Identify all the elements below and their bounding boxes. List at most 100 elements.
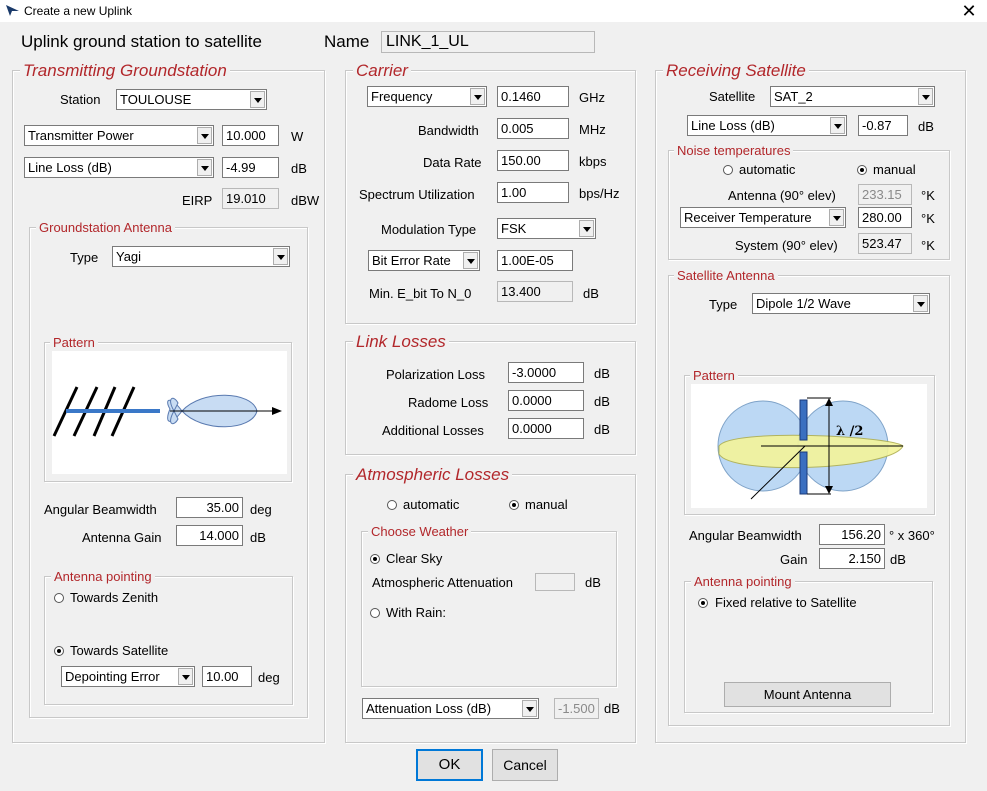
tx-line-loss-input[interactable]: -4.99 bbox=[222, 157, 279, 178]
data-rate-label: Data Rate bbox=[423, 155, 482, 170]
towards-zenith-radio[interactable] bbox=[54, 593, 64, 603]
atmos-automatic-label: automatic bbox=[403, 497, 460, 512]
sat-gain-label: Gain bbox=[780, 552, 808, 567]
atmospheric-losses-legend: Atmospheric Losses bbox=[353, 465, 513, 485]
additional-losses-unit: dB bbox=[594, 422, 610, 437]
chevron-down-icon[interactable] bbox=[470, 88, 485, 105]
noise-manual-radio[interactable] bbox=[857, 165, 867, 175]
frequency-input[interactable]: 0.1460 bbox=[497, 86, 569, 107]
modulation-type-select[interactable]: FSK bbox=[497, 218, 596, 239]
noise-automatic-label: automatic bbox=[739, 162, 796, 177]
antenna-temp-label: Antenna (90° elev) bbox=[728, 188, 836, 203]
antenna-temp-unit: °K bbox=[921, 188, 935, 203]
polarization-loss-input[interactable]: -3.0000 bbox=[508, 362, 584, 383]
close-icon[interactable]: ✕ bbox=[956, 0, 982, 22]
gs-beamwidth-input[interactable]: 35.00 bbox=[176, 497, 243, 518]
chevron-down-icon[interactable] bbox=[273, 248, 288, 265]
towards-zenith-label: Towards Zenith bbox=[70, 590, 159, 605]
tx-line-loss-unit: dB bbox=[291, 161, 307, 176]
noise-temperatures-legend: Noise temperatures bbox=[674, 143, 794, 158]
chevron-down-icon[interactable] bbox=[197, 159, 212, 176]
frequency-unit: GHz bbox=[579, 90, 605, 105]
rx-line-loss-input[interactable]: -0.87 bbox=[858, 115, 908, 136]
choose-weather-legend: Choose Weather bbox=[368, 524, 472, 539]
groundstation-antenna-legend: Groundstation Antenna bbox=[36, 220, 175, 235]
sat-antenna-type-label: Type bbox=[709, 297, 738, 312]
chevron-down-icon[interactable] bbox=[522, 700, 537, 717]
chevron-down-icon[interactable] bbox=[197, 127, 212, 144]
station-select[interactable]: TOULOUSE bbox=[116, 89, 267, 110]
chevron-down-icon[interactable] bbox=[579, 220, 594, 237]
atmospheric-attenuation-label: Atmospheric Attenuation bbox=[372, 575, 513, 590]
atmos-manual-radio[interactable] bbox=[509, 500, 519, 510]
name-field[interactable]: LINK_1_UL bbox=[381, 31, 595, 53]
attenuation-loss-unit: dB bbox=[604, 701, 620, 716]
sat-beamwidth-input[interactable]: 156.20 bbox=[819, 524, 885, 545]
tx-line-loss-select[interactable]: Line Loss (dB) bbox=[24, 157, 214, 178]
polarization-loss-unit: dB bbox=[594, 366, 610, 381]
transmitter-power-input[interactable]: 10.000 bbox=[222, 125, 279, 146]
chevron-down-icon[interactable] bbox=[829, 209, 844, 226]
gs-antenna-pointing-legend: Antenna pointing bbox=[51, 569, 155, 584]
depointing-error-select[interactable]: Depointing Error bbox=[61, 666, 195, 687]
gs-antenna-type-select[interactable]: Yagi bbox=[112, 246, 290, 267]
min-ebit-n0-unit: dB bbox=[583, 286, 599, 301]
clear-sky-label: Clear Sky bbox=[386, 551, 443, 566]
sat-antenna-type-select[interactable]: Dipole 1/2 Wave bbox=[752, 293, 930, 314]
with-rain-radio[interactable] bbox=[370, 608, 380, 618]
atmospheric-attenuation-unit: dB bbox=[585, 575, 601, 590]
system-temp-value: 523.47 bbox=[858, 233, 912, 254]
radome-loss-input[interactable]: 0.0000 bbox=[508, 390, 584, 411]
depointing-error-input[interactable]: 10.00 bbox=[202, 666, 252, 687]
rx-line-loss-select[interactable]: Line Loss (dB) bbox=[687, 115, 847, 136]
chevron-down-icon[interactable] bbox=[250, 91, 265, 108]
radome-loss-unit: dB bbox=[594, 394, 610, 409]
ok-button[interactable]: OK bbox=[416, 749, 483, 781]
eirp-label: EIRP bbox=[182, 193, 213, 208]
chevron-down-icon[interactable] bbox=[463, 252, 478, 269]
fixed-relative-label: Fixed relative to Satellite bbox=[715, 595, 857, 610]
atmospheric-attenuation-input[interactable] bbox=[535, 573, 575, 591]
sat-beamwidth-label: Angular Beamwidth bbox=[689, 528, 802, 543]
sat-beamwidth-unit: ° x 360° bbox=[889, 528, 935, 543]
atmos-automatic-radio[interactable] bbox=[387, 500, 397, 510]
radome-loss-label: Radome Loss bbox=[408, 395, 489, 410]
fixed-relative-radio[interactable] bbox=[698, 598, 708, 608]
lambda-half-annotation: λ /2 bbox=[836, 424, 863, 439]
attenuation-loss-select[interactable]: Attenuation Loss (dB) bbox=[362, 698, 539, 719]
sat-gain-input[interactable]: 2.150 bbox=[819, 548, 885, 569]
receiver-temperature-select[interactable]: Receiver Temperature bbox=[680, 207, 846, 228]
chevron-down-icon[interactable] bbox=[178, 668, 193, 685]
dipole-pattern-image: λ /2 bbox=[691, 384, 927, 508]
satellite-select[interactable]: SAT_2 bbox=[770, 86, 935, 107]
gs-pattern-legend: Pattern bbox=[50, 335, 98, 350]
bandwidth-input[interactable]: 0.005 bbox=[497, 118, 569, 139]
frequency-select[interactable]: Frequency bbox=[367, 86, 487, 107]
data-rate-input[interactable]: 150.00 bbox=[497, 150, 569, 171]
eirp-value: 19.010 bbox=[222, 188, 279, 209]
mount-antenna-button[interactable]: Mount Antenna bbox=[724, 682, 891, 707]
antenna-temp-value: 233.15 bbox=[858, 184, 912, 205]
cancel-button[interactable]: Cancel bbox=[492, 749, 558, 781]
system-temp-unit: °K bbox=[921, 238, 935, 253]
spectrum-utilization-unit: bps/Hz bbox=[579, 186, 620, 201]
chevron-down-icon[interactable] bbox=[913, 295, 928, 312]
spectrum-utilization-input[interactable]: 1.00 bbox=[497, 182, 569, 203]
transmitter-power-select[interactable]: Transmitter Power bbox=[24, 125, 214, 146]
sat-gain-unit: dB bbox=[890, 552, 906, 567]
additional-losses-input[interactable]: 0.0000 bbox=[508, 418, 584, 439]
receiver-temperature-input[interactable]: 280.00 bbox=[858, 207, 912, 228]
clear-sky-radio[interactable] bbox=[370, 554, 380, 564]
noise-automatic-radio[interactable] bbox=[723, 165, 733, 175]
towards-satellite-radio[interactable] bbox=[54, 646, 64, 656]
page-title: Uplink ground station to satellite bbox=[21, 32, 262, 51]
gs-beamwidth-unit: deg bbox=[250, 502, 272, 517]
bit-error-rate-input[interactable]: 1.00E-05 bbox=[497, 250, 573, 271]
bit-error-rate-select[interactable]: Bit Error Rate bbox=[368, 250, 480, 271]
satellite-label: Satellite bbox=[709, 89, 756, 104]
chevron-down-icon[interactable] bbox=[918, 88, 933, 105]
attenuation-loss-value: -1.500 bbox=[554, 698, 599, 719]
chevron-down-icon[interactable] bbox=[830, 117, 845, 134]
receiving-satellite-legend: Receiving Satellite bbox=[663, 61, 809, 81]
gs-gain-input[interactable]: 14.000 bbox=[176, 525, 243, 546]
